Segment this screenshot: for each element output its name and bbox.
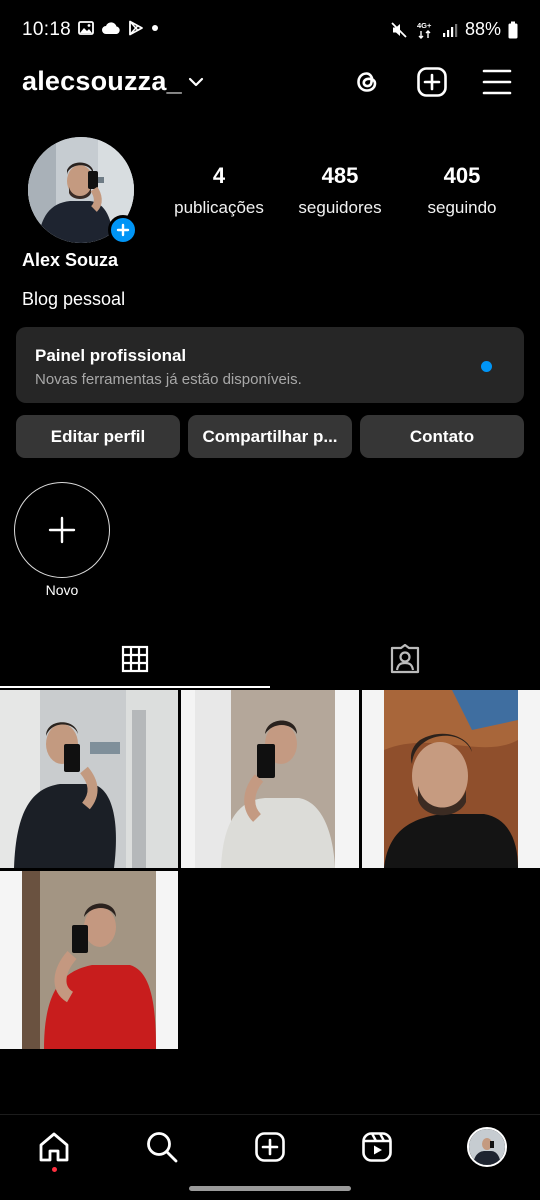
gallery-notification-icon [78,21,94,35]
post-thumbnail[interactable] [362,690,540,868]
followers-count-value: 485 [321,163,359,188]
threads-icon[interactable] [351,66,383,98]
profile-avatar[interactable] [28,137,138,245]
chevron-down-icon[interactable] [188,76,204,88]
followers-count[interactable]: 485 seguidores [288,163,392,218]
play-store-notification-icon [129,20,143,36]
svg-text:4G+: 4G+ [417,21,432,30]
posts-count-value: 4 [212,163,226,188]
create-post-icon [255,1132,285,1162]
dashboard-title: Painel profissional [35,346,187,365]
new-highlight-button[interactable] [14,482,110,578]
avatar [469,1129,505,1165]
username-switcher[interactable]: alecsouzza_ [22,66,182,97]
profile-header: alecsouzza_ [0,60,540,106]
contact-button[interactable]: Contato [360,415,524,458]
reels-icon [362,1132,392,1162]
dashboard-subtitle: Novas ferramentas já estão disponíveis. [35,371,302,388]
followers-count-label: seguidores [298,198,382,217]
nav-create[interactable] [252,1129,288,1165]
cloud-notification-icon [102,22,120,34]
status-time: 10:18 [22,19,72,40]
new-highlight-label: Novo [45,582,79,598]
following-count-value: 405 [443,163,481,188]
post-photo [0,871,178,1049]
post-thumbnail[interactable] [0,871,178,1049]
more-notifications-dot-icon [152,25,158,31]
professional-dashboard-card[interactable]: Painel profissional Novas ferramentas já… [16,327,524,403]
add-story-button[interactable] [108,215,138,245]
post-photo [362,690,540,868]
nav-search[interactable] [144,1129,180,1165]
battery-percent: 88% [464,19,501,39]
plus-icon [116,223,130,237]
posts-count[interactable]: 4 publicações [166,163,272,218]
post-photo [0,690,178,868]
nav-reels[interactable] [359,1129,395,1165]
grid-icon [121,645,149,673]
tab-tagged[interactable] [270,630,540,688]
post-thumbnail[interactable] [181,690,359,868]
home-icon [39,1132,69,1162]
new-indicator-dot [481,361,492,372]
home-activity-dot [52,1167,57,1172]
plus-icon [48,516,76,544]
mute-icon [391,21,407,38]
post-photo [181,690,359,868]
signal-icon [442,23,458,37]
active-tab-indicator [0,686,270,688]
profile-bio: Blog pessoal [22,289,126,309]
network-type-icon: 4G+ [417,21,432,39]
battery-icon [508,21,518,38]
profile-name: Alex Souza [22,250,119,270]
edit-profile-button[interactable]: Editar perfil [16,415,180,458]
following-count[interactable]: 405 seguindo [412,163,512,218]
status-bar: 10:18 4G+ 88% [0,0,540,60]
tagged-person-icon [390,644,420,674]
following-count-label: seguindo [427,198,497,217]
nav-home[interactable] [36,1129,72,1165]
post-thumbnail[interactable] [0,690,178,868]
nav-profile-avatar[interactable] [467,1127,507,1167]
system-home-indicator[interactable] [189,1186,351,1191]
posts-count-label: publicações [174,198,264,217]
share-profile-button[interactable]: Compartilhar p... [188,415,352,458]
menu-icon[interactable] [481,66,513,98]
create-post-icon[interactable] [416,66,448,98]
search-icon [147,1132,178,1163]
tab-posts-grid[interactable] [0,630,270,688]
